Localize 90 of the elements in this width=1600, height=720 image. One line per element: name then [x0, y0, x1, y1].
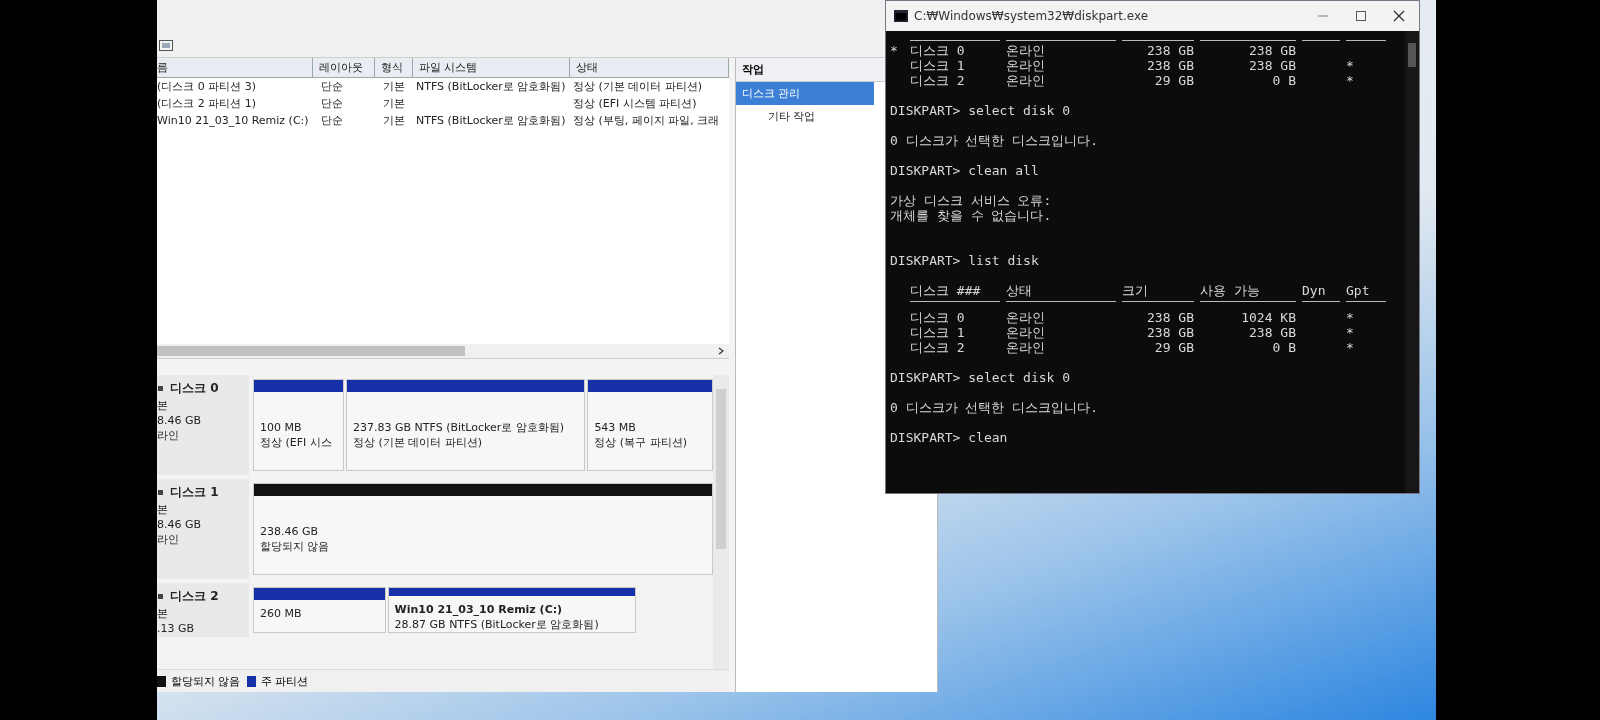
console-text: 29 GB [1153, 340, 1194, 355]
console-text: 238 GB [1248, 325, 1296, 340]
console-icon [894, 10, 908, 22]
legend-label: 할당되지 않음 [171, 673, 241, 689]
console-text: 1024 KB [1240, 310, 1296, 325]
vertical-scrollbar[interactable] [1405, 31, 1419, 493]
console-line: 개체를 찾을 수 없습니다. [890, 208, 1053, 223]
table-cell-text: 기본 [382, 79, 406, 94]
table-cell: NTFS (BitLocker로 암호화됨) [416, 114, 566, 127]
partition-block[interactable]: 238.46 GB 할당되지 않음 [253, 483, 713, 575]
console-line: DISKPART> list disk [890, 253, 1040, 268]
partition-block[interactable]: Win10 21_03_10 Remiz (C:) 28.87 GB NTFS (BitLocker로 암호화됨) [387, 587, 636, 633]
table-cell-text: (디스크 0 파티션 3) [157, 79, 258, 94]
console-text: 238 GB [1248, 58, 1296, 73]
disk-label[interactable]: 디스크 1 본 8.46 GB 라인 [157, 479, 249, 579]
table-cell-text: 단순 [320, 79, 344, 94]
console-line: DISKPART> clean [890, 430, 1009, 445]
table-cell-text: Win10 21_03_10 Remiz (C:) [157, 114, 310, 127]
console-line: DISKPART> select disk 0 [890, 370, 1071, 385]
partition-block[interactable]: 260 MB [253, 587, 386, 633]
console-text: * [1346, 310, 1354, 325]
console-column-header: 상태 [1006, 283, 1033, 298]
table-cell-text: (디스크 2 파티션 1) [157, 96, 258, 111]
console-text: * [890, 43, 898, 58]
table-cell: NTFS (BitLocker로 암호화됨) [416, 80, 566, 93]
column-underline [1122, 300, 1194, 302]
console-line: DISKPART> select disk 0 [890, 103, 1071, 118]
toolbar-icon[interactable] [159, 40, 173, 51]
table-cell-text: 기본 [382, 113, 406, 128]
maximize-icon[interactable] [1355, 10, 1367, 22]
column-header[interactable]: 형식 [375, 58, 413, 77]
console-text: 0 B [1271, 73, 1296, 88]
legend-label: 주 파티션 [260, 673, 308, 689]
console-text: * [1346, 340, 1354, 355]
horizontal-scrollbar[interactable] [157, 344, 729, 358]
partition-block[interactable]: 543 MB 정상 (복구 파티션) [587, 379, 713, 471]
console-text: 0 B [1271, 340, 1296, 355]
column-underline [1302, 300, 1340, 302]
console-column-header: 디스크 ### [910, 283, 982, 298]
console-column-header: Dyn [1302, 283, 1327, 298]
console-column-header: 크기 [1122, 283, 1149, 298]
column-header[interactable]: 파일 시스템 [413, 58, 570, 77]
column-underline [1302, 39, 1340, 41]
column-underline [1346, 39, 1386, 41]
console-text: 238 GB [1146, 43, 1194, 58]
console-text: * [1346, 325, 1354, 340]
console-text: 디스크 0 [910, 310, 966, 325]
console-text: * [1346, 58, 1354, 73]
console-text: 디스크 2 [910, 340, 966, 355]
console-line: DISKPART> clean all [890, 163, 1040, 178]
console-text: 온라인 [1006, 73, 1046, 88]
console-text: 238 GB [1248, 43, 1296, 58]
console-line: 0 디스크가 선택한 디스크입니다. [890, 400, 1100, 415]
scroll-right-icon[interactable] [717, 347, 725, 355]
console-text: 디스크 1 [910, 325, 966, 340]
console-column-header: Gpt [1346, 283, 1371, 298]
table-cell-text: 정상 (EFI 시스템 파티션) [572, 96, 698, 111]
console-column-header: 사용 가능 [1200, 283, 1261, 298]
vertical-scrollbar[interactable] [713, 375, 729, 669]
console-text: 238 GB [1146, 58, 1194, 73]
table-cell-text: 단순 [320, 96, 344, 111]
disk-label[interactable]: 디스크 2 본 .13 GB [157, 583, 249, 637]
partition-block[interactable]: 100 MB 정상 (EFI 시스 [253, 379, 344, 471]
column-header[interactable]: 레이아웃 [313, 58, 375, 77]
close-icon[interactable] [1393, 10, 1405, 22]
column-underline [1346, 300, 1386, 302]
console-text: 온라인 [1006, 43, 1046, 58]
console-line: 가상 디스크 서비스 오류: [890, 193, 1053, 208]
action-item[interactable]: 기타 작업 [736, 105, 874, 128]
column-underline [1122, 39, 1194, 41]
table-cell-text: 기본 [382, 96, 406, 111]
action-item[interactable]: 디스크 관리 [736, 82, 874, 105]
column-header[interactable]: 름 [157, 58, 313, 77]
console-text: 온라인 [1006, 340, 1046, 355]
console-text: 온라인 [1006, 58, 1046, 73]
table-cell-text: 정상 (부팅, 페이지 파일, 크래 [572, 113, 721, 128]
column-header[interactable]: 상태 [570, 58, 729, 77]
console-text: 238 GB [1146, 325, 1194, 340]
table-cell-text: 정상 (기본 데이터 파티션) [572, 79, 704, 94]
table-cell-text: 단순 [320, 113, 344, 128]
console-text: 29 GB [1153, 73, 1194, 88]
window-title: C:₩Windows₩system32₩diskpart.exe [914, 9, 1149, 23]
console-text: 디스크 0 [910, 43, 966, 58]
partition-block[interactable]: 237.83 GB NTFS (BitLocker로 암호화됨) 정상 (기본 데이터 파티션) [346, 379, 586, 471]
console-text: * [1346, 73, 1354, 88]
console-text: 238 GB [1146, 310, 1194, 325]
console-text: 온라인 [1006, 325, 1046, 340]
disk-label[interactable]: 디스크 0 본 8.46 GB 라인 [157, 375, 249, 475]
console-line: 0 디스크가 선택한 디스크입니다. [890, 133, 1100, 148]
console-text: 온라인 [1006, 310, 1046, 325]
